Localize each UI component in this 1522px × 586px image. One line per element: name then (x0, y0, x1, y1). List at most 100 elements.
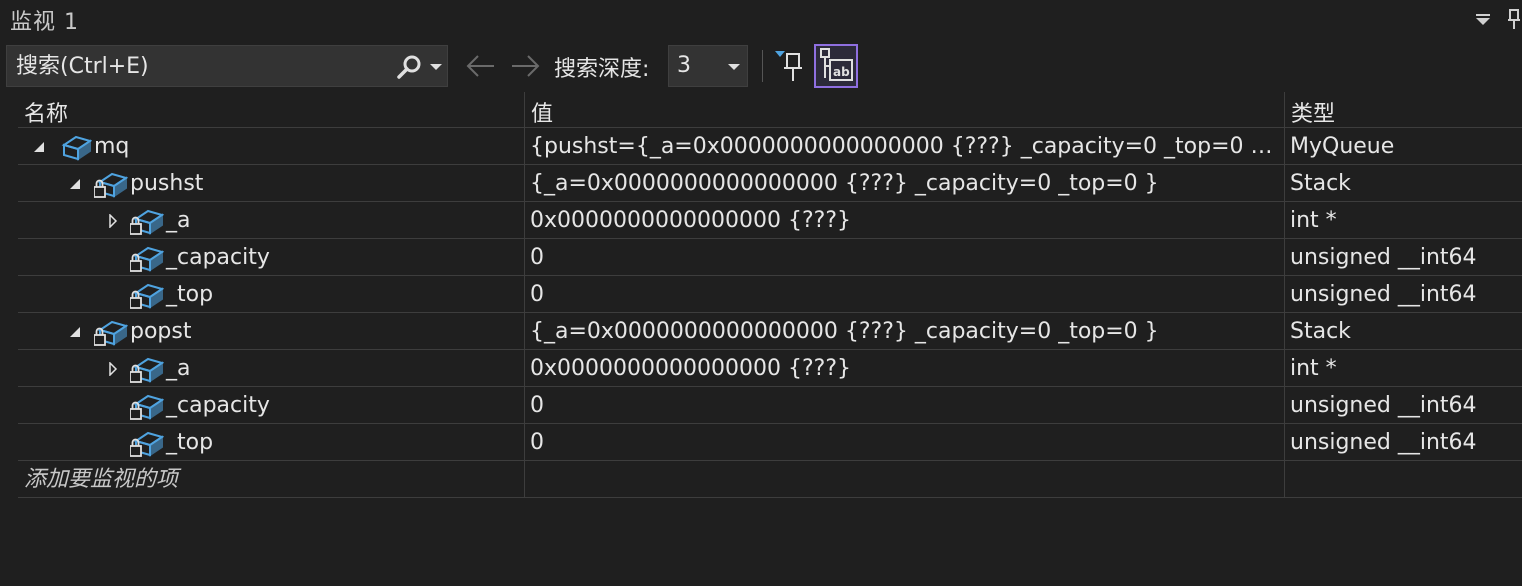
variable-name: _top (166, 282, 214, 307)
watch-row[interactable]: _top 0 unsigned __int64 (18, 276, 1522, 313)
search-previous-arrow-icon[interactable] (464, 52, 498, 80)
private-field-icon (130, 431, 164, 457)
variable-type: Stack (1290, 319, 1351, 344)
type-cell: Stack (1284, 165, 1522, 202)
private-field-icon (130, 357, 164, 383)
variable-type: unsigned __int64 (1290, 393, 1477, 418)
type-cell: int * (1284, 350, 1522, 387)
watch-row[interactable]: _a 0x0000000000000000 {???} int * (18, 350, 1522, 387)
expanded-triangle-icon[interactable] (32, 140, 46, 154)
variable-value: 0x0000000000000000 {???} (530, 356, 851, 381)
add-watch-item-placeholder: 添加要监视的项 (24, 467, 179, 492)
variable-type: Stack (1290, 171, 1351, 196)
private-field-icon (130, 246, 164, 272)
type-cell: int * (1284, 202, 1522, 239)
private-field-icon (94, 172, 128, 198)
type-cell: MyQueue (1284, 128, 1522, 165)
watch-row[interactable]: mq {pushst={_a=0x0000000000000000 {???} _… (18, 128, 1522, 165)
pin-window-icon[interactable] (1506, 8, 1522, 30)
tool-window-title-bar: 监视 1 (0, 0, 1522, 40)
variable-type: int * (1290, 356, 1337, 381)
expanded-triangle-icon[interactable] (68, 325, 82, 339)
name-cell[interactable]: popst (18, 313, 524, 350)
variable-name: mq (94, 134, 130, 159)
expanded-triangle-icon[interactable] (68, 177, 82, 191)
name-cell[interactable]: _a (18, 202, 524, 239)
pinned-filter-icon[interactable] (772, 48, 806, 84)
variable-value: 0 (530, 430, 544, 455)
svg-text:ab: ab (833, 65, 850, 79)
value-cell[interactable]: 0x0000000000000000 {???} (524, 202, 1284, 239)
watch-row[interactable]: _capacity 0 unsigned __int64 (18, 387, 1522, 424)
private-field-icon (130, 283, 164, 309)
name-cell[interactable]: _a (18, 350, 524, 387)
watch-row[interactable]: pushst {_a=0x0000000000000000 {???} _capa… (18, 165, 1522, 202)
collapsed-triangle-icon[interactable] (106, 362, 120, 376)
value-cell[interactable]: {_a=0x0000000000000000 {???} _capacity=0… (524, 165, 1284, 202)
variable-name: pushst (130, 171, 204, 196)
search-depth-value: 3 (677, 53, 691, 78)
name-cell[interactable]: mq (18, 128, 524, 165)
value-cell[interactable]: {_a=0x0000000000000000 {???} _capacity=0… (524, 313, 1284, 350)
variable-value: 0 (530, 245, 544, 270)
search-icon[interactable] (395, 54, 423, 80)
column-header-name[interactable]: 名称 (18, 92, 524, 128)
variable-type: unsigned __int64 (1290, 282, 1477, 307)
name-cell[interactable]: _top (18, 276, 524, 313)
type-cell: unsigned __int64 (1284, 276, 1522, 313)
type-cell: unsigned __int64 (1284, 387, 1522, 424)
variable-value: 0 (530, 393, 544, 418)
tree-value-icon: ab (820, 48, 853, 81)
name-cell[interactable]: _capacity (18, 239, 524, 276)
watch-toolbar: 搜索深度: 3 ab (0, 40, 1522, 92)
type-cell: unsigned __int64 (1284, 424, 1522, 461)
value-cell[interactable]: 0x0000000000000000 {???} (524, 350, 1284, 387)
chevron-down-icon[interactable] (727, 62, 741, 72)
variable-name: _a (166, 356, 191, 381)
variable-type: MyQueue (1290, 134, 1395, 159)
add-watch-name-cell[interactable]: 添加要监视的项 (18, 461, 524, 498)
value-cell[interactable]: 0 (524, 239, 1284, 276)
grid-header: 名称 值 类型 (18, 92, 1522, 128)
column-header-value[interactable]: 值 (524, 92, 1284, 128)
watch-row[interactable]: popst {_a=0x0000000000000000 {???} _capac… (18, 313, 1522, 350)
add-watch-item-row[interactable]: 添加要监视的项 (18, 461, 1522, 498)
name-cell[interactable]: _capacity (18, 387, 524, 424)
value-cell[interactable]: 0 (524, 387, 1284, 424)
watch-row[interactable]: _top 0 unsigned __int64 (18, 424, 1522, 461)
variable-value: 0x0000000000000000 {???} (530, 208, 851, 233)
watch-row[interactable]: _a 0x0000000000000000 {???} int * (18, 202, 1522, 239)
name-cell[interactable]: _top (18, 424, 524, 461)
type-cell: unsigned __int64 (1284, 239, 1522, 276)
type-cell: Stack (1284, 313, 1522, 350)
value-cell[interactable]: 0 (524, 424, 1284, 461)
variable-value: 0 (530, 282, 544, 307)
variable-type: unsigned __int64 (1290, 245, 1477, 270)
private-field-icon (130, 394, 164, 420)
show-raw-structure-toggle-button[interactable]: ab (814, 44, 858, 88)
watch-grid: 名称 值 类型 mq {pushst={_a=0x0000000000000000… (18, 92, 1522, 500)
collapsed-triangle-icon[interactable] (106, 214, 120, 228)
name-cell[interactable]: pushst (18, 165, 524, 202)
window-title: 监视 1 (10, 10, 79, 35)
variable-name: popst (130, 319, 192, 344)
class-variable-icon (61, 135, 92, 161)
watch-rows: mq {pushst={_a=0x0000000000000000 {???} _… (18, 128, 1522, 498)
value-cell[interactable]: 0 (524, 276, 1284, 313)
variable-name: _a (166, 208, 191, 233)
window-options-dropdown-icon[interactable] (1474, 14, 1492, 26)
watch-row[interactable]: _capacity 0 unsigned __int64 (18, 239, 1522, 276)
private-field-icon (94, 320, 128, 346)
search-next-arrow-icon[interactable] (508, 52, 542, 80)
add-watch-value-cell (524, 461, 1284, 498)
search-input[interactable] (7, 46, 377, 86)
variable-name: _capacity (166, 245, 270, 270)
variable-name: _capacity (166, 393, 270, 418)
search-box (6, 45, 448, 87)
variable-name: _top (166, 430, 214, 455)
column-header-type[interactable]: 类型 (1284, 92, 1522, 128)
search-depth-select[interactable]: 3 (668, 45, 748, 87)
value-cell[interactable]: {pushst={_a=0x0000000000000000 {???} _ca… (524, 128, 1284, 165)
search-depth-label: 搜索深度: (554, 57, 650, 82)
search-options-chevron-down-icon[interactable] (429, 62, 443, 72)
